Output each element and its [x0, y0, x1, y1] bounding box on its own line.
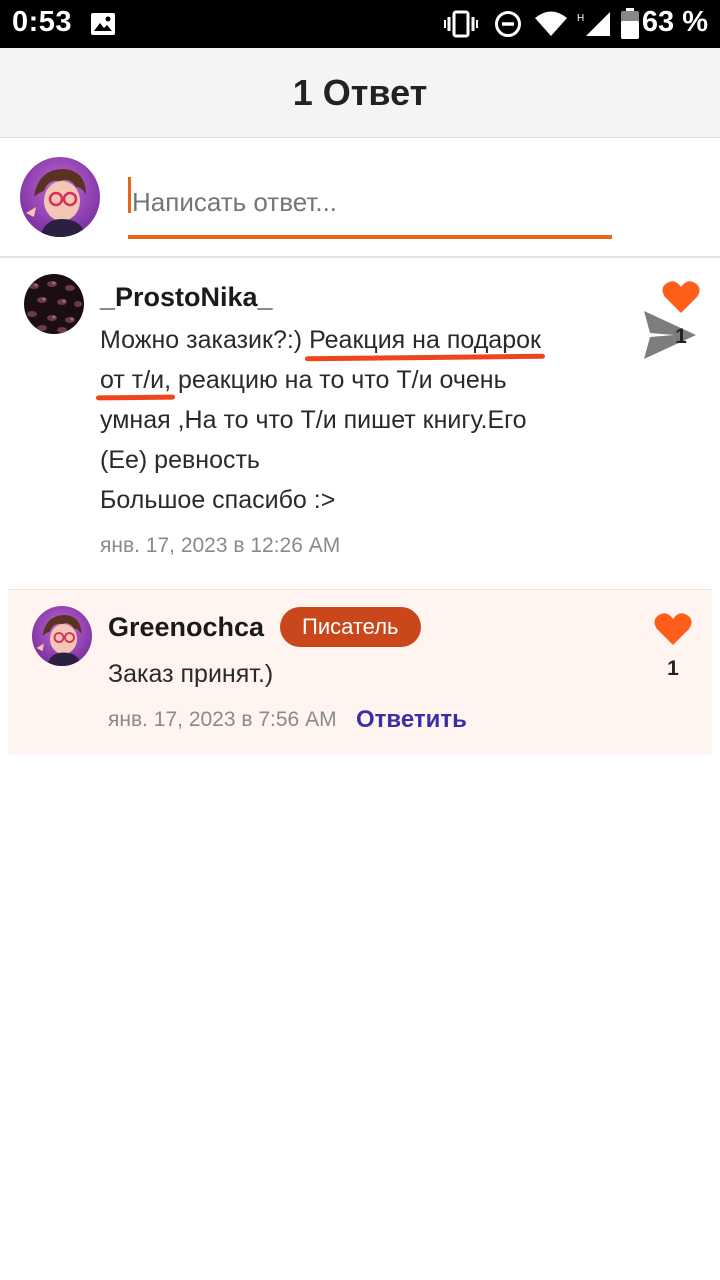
comment-author[interactable]: _ProstoNika_ — [100, 282, 273, 313]
status-bar: 0:53 H 63 % — [0, 0, 720, 48]
reply-author[interactable]: Greenochca — [108, 612, 264, 643]
body-text: умная ,На то что Т/и пишет книгу.Его — [100, 406, 527, 434]
current-user-avatar[interactable] — [20, 157, 100, 237]
image-icon — [90, 12, 116, 41]
like-count: 1 — [667, 657, 679, 680]
underlined-text: Реакция на подарок — [309, 326, 541, 354]
heart-icon — [654, 613, 692, 645]
body-text: Большое спасибо :> — [100, 486, 336, 514]
signal-icon: H — [576, 10, 612, 43]
svg-text:H: H — [577, 13, 584, 24]
text-caret — [128, 177, 131, 213]
author-avatar[interactable] — [32, 606, 92, 666]
like-button[interactable]: 1 — [656, 280, 706, 349]
page-title: 1 Ответ — [292, 72, 428, 113]
reply-input[interactable] — [128, 169, 612, 239]
vibrate-icon — [444, 10, 478, 43]
reply-date: янв. 17, 2023 в 7:56 AM — [108, 708, 337, 731]
body-text: (Ее) ревность — [100, 446, 260, 474]
dnd-icon — [494, 10, 522, 43]
comment-body: Можно заказик?:) Реакция на подарок от т… — [100, 320, 600, 520]
wifi-icon — [534, 11, 568, 42]
heart-icon — [662, 281, 700, 313]
status-time: 0:53 — [12, 6, 73, 38]
battery-percent: 63 % — [641, 6, 708, 38]
reply-composer — [0, 139, 720, 359]
reply-body: Заказ принят.) — [108, 660, 274, 688]
reply-item: Greenochca Писатель Заказ принят.) янв. … — [8, 589, 712, 755]
reply-button[interactable]: Ответить — [356, 706, 467, 734]
body-text: Можно заказик?:) — [100, 326, 303, 354]
like-count: 1 — [675, 325, 687, 348]
comment-item: _ProstoNika_ Можно заказик?:) Реакция на… — [0, 260, 720, 580]
writer-badge: Писатель — [280, 607, 421, 647]
header: 1 Ответ — [0, 48, 720, 138]
body-text: реакцию на то что Т/и очень — [171, 366, 507, 394]
like-button[interactable]: 1 — [648, 612, 698, 681]
battery-icon — [620, 8, 640, 45]
comment-date: янв. 17, 2023 в 12:26 AM — [100, 534, 341, 557]
underlined-text: от т/и, — [100, 366, 172, 394]
author-avatar[interactable] — [24, 274, 84, 334]
